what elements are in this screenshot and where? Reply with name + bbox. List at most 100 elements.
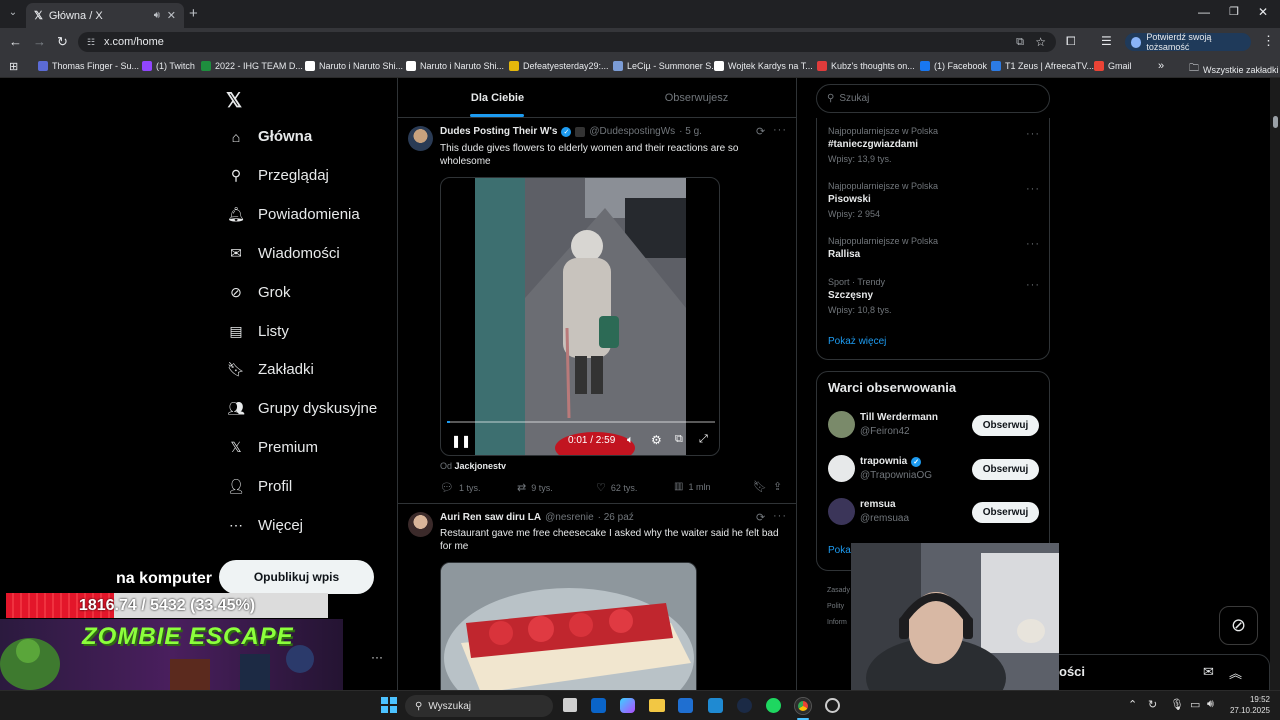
post2-avatar[interactable] [408, 512, 433, 537]
footer-link-privacy[interactable]: Polity [827, 599, 850, 615]
like-button[interactable]: ♡ 62 tys. [596, 481, 637, 494]
reload-icon[interactable]: ↻ [57, 34, 68, 50]
bookmark-item[interactable]: Kubz's thoughts on... [817, 61, 915, 71]
forward-icon[interactable]: → [33, 34, 46, 49]
tray-sync-icon[interactable]: ↻ [1148, 698, 1157, 711]
show-more-trends-link[interactable]: Pokaż więcej [828, 336, 886, 347]
pause-icon[interactable]: ❚❚ [451, 434, 471, 448]
follow-button[interactable]: Obserwuj [972, 459, 1039, 480]
bookmark-item[interactable]: LeCiµ - Summoner S... [613, 61, 719, 71]
chrome-icon[interactable] [795, 698, 811, 714]
taskview-icon[interactable] [563, 698, 577, 712]
tab-audio-icon[interactable]: 🔊︎ [154, 10, 160, 21]
steam-icon[interactable] [737, 698, 752, 713]
grok-post-icon[interactable]: ⟳ [756, 125, 765, 138]
bookmark-item[interactable]: Gmail [1094, 61, 1132, 71]
trend-item[interactable]: Najpopularniejsze w Polska Pisowski Wpisy:… [828, 181, 1040, 219]
bookmark-item[interactable]: Wojtek Kardys na T... [714, 61, 813, 71]
spotify-icon[interactable] [766, 698, 781, 713]
volume-icon[interactable]: 🔊︎ [1207, 698, 1214, 711]
sidebar-item-home[interactable]: ⌂ Główna [228, 128, 312, 145]
sidebar-item-search[interactable]: ⚲ Przeglądaj [228, 167, 329, 184]
settings-icon[interactable]: ⚙ [651, 433, 662, 447]
new-message-icon[interactable]: ✉ [1203, 664, 1214, 680]
site-info-icon[interactable]: ☷ [87, 37, 95, 48]
stream-more-icon[interactable]: ··· [371, 650, 383, 664]
sidebar-item-x[interactable]: 𝕏 Premium [228, 439, 318, 456]
post-avatar[interactable] [408, 126, 433, 151]
vscode-icon[interactable] [708, 698, 723, 713]
sidebar-item-bell[interactable]: 🔔︎ Powiadomienia [227, 206, 360, 223]
bookmark-item[interactable]: Naruto i Naruto Shi... [305, 61, 403, 71]
sidebar-item-bookmark[interactable]: 🔖︎ Zakładki [227, 361, 314, 378]
network-icon[interactable]: ▭ [1190, 698, 1200, 711]
start-button[interactable] [381, 697, 397, 713]
footer-link-info[interactable]: Inform [827, 615, 850, 631]
maximize-button[interactable]: ❐ [1229, 5, 1239, 18]
follow-avatar[interactable] [828, 411, 855, 438]
x-logo-icon[interactable]: 𝕏 [226, 88, 242, 113]
sidebar-item-user[interactable]: 👤︎ Profil [227, 478, 292, 495]
tab-following[interactable]: Obserwujesz [597, 78, 796, 117]
video-player[interactable]: ❚❚ 0:01 / 2:59 🔈︎ ⚙ ⧉ ⤢ [440, 177, 720, 456]
sidebar-item-grok[interactable]: ⊘ Grok [228, 284, 290, 301]
scrollbar-thumb[interactable] [1273, 116, 1278, 128]
author2-handle[interactable]: @nesrenie [545, 512, 594, 523]
follow-name[interactable]: Till Werdermann [860, 412, 938, 423]
views-button[interactable]: ▥ 1 mln [674, 481, 710, 492]
back-icon[interactable]: ← [9, 34, 22, 49]
trend-item[interactable]: Najpopularniejsze w Polska #tanieczgwiazd… [828, 126, 1039, 164]
pip-icon[interactable]: ⧉ [675, 433, 683, 446]
all-bookmarks-folder[interactable]: 🗀︎ Wszystkie zakładki [1189, 61, 1279, 78]
bookmark-item[interactable]: Defeatyesterday29:... [509, 61, 609, 71]
page-scrollbar[interactable] [1270, 78, 1280, 690]
bookmark-item[interactable]: (1) Twitch [142, 61, 195, 71]
reply-button[interactable]: 💬︎ 1 tys. [440, 481, 480, 494]
source-name[interactable]: Jackjonestv [455, 461, 507, 471]
browser-tab[interactable]: 𝕏 Główna / X 🔊︎ ✕ [26, 3, 184, 28]
post2-time[interactable]: · 26 paź [598, 512, 634, 523]
follow-avatar[interactable] [828, 455, 855, 482]
new-tab-button[interactable]: + [189, 5, 198, 22]
trend-more-icon[interactable]: ··· [1026, 183, 1040, 195]
grok-post2-icon[interactable]: ⟳ [756, 511, 765, 524]
reading-list-icon[interactable]: ☰ [1101, 34, 1112, 48]
file-explorer-icon[interactable] [649, 699, 665, 712]
store-icon[interactable] [678, 698, 693, 713]
outlook-icon[interactable] [591, 698, 606, 713]
author2-name[interactable]: Auri Ren saw diru LA [440, 512, 541, 523]
bookmark-post-icon[interactable]: 🔖︎ [753, 480, 767, 493]
follow-avatar[interactable] [828, 498, 855, 525]
copilot-icon[interactable] [620, 698, 635, 713]
post-time[interactable]: · 5 g. [679, 126, 702, 137]
author-name[interactable]: Dudes Posting Their W's [440, 126, 557, 137]
follow-button[interactable]: Obserwuj [972, 502, 1039, 523]
verify-identity-button[interactable]: Potwierdź swoją tożsamość [1125, 32, 1251, 52]
trend-item[interactable]: Najpopularniejsze w Polska Rallisa ··· [828, 236, 1039, 264]
video-progress-track[interactable] [447, 421, 715, 423]
bookmark-item[interactable]: (1) Facebook [920, 61, 987, 71]
grok-floating-button[interactable]: ⊘ [1219, 606, 1258, 645]
close-window-button[interactable]: ✕ [1258, 5, 1268, 19]
sidebar-item-more[interactable]: ⋯ Więcej [228, 517, 303, 534]
follow-name[interactable]: remsua [860, 499, 896, 510]
search-box[interactable]: ⚲ Szukaj [816, 84, 1050, 113]
clock[interactable]: 19:52 27.10.2025 [1226, 694, 1270, 716]
follow-button[interactable]: Obserwuj [972, 415, 1039, 436]
tray-overflow-icon[interactable]: ⌃ [1128, 698, 1137, 711]
tab-for-you[interactable]: Dla Ciebie [398, 78, 597, 117]
extensions-icon[interactable]: ⧠ [1066, 34, 1076, 49]
post-more-icon[interactable]: ··· [773, 124, 787, 136]
sidebar-item-mail[interactable]: ✉ Wiadomości [228, 245, 340, 262]
trend-item[interactable]: Sport · Trendy Szczęsny Wpisy: 10,8 tys. ··… [828, 277, 1040, 315]
install-app-icon[interactable]: ⧉ [1016, 36, 1024, 49]
sidebar-item-people[interactable]: 👥︎ Grupy dyskusyjne [227, 400, 377, 417]
post2-more-icon[interactable]: ··· [773, 510, 787, 522]
post2-image[interactable] [440, 562, 697, 690]
more-bookmarks-icon[interactable]: » [1158, 60, 1164, 72]
trend-more-icon[interactable]: ··· [1026, 279, 1040, 291]
bookmark-item[interactable]: T1 Zeus | AfreecaTV... [991, 61, 1094, 71]
taskbar-search[interactable]: ⚲ Wyszukaj [405, 695, 553, 717]
bookmark-star-icon[interactable]: ☆ [1035, 35, 1046, 49]
tab-list-button[interactable]: ⌄ [6, 7, 20, 21]
